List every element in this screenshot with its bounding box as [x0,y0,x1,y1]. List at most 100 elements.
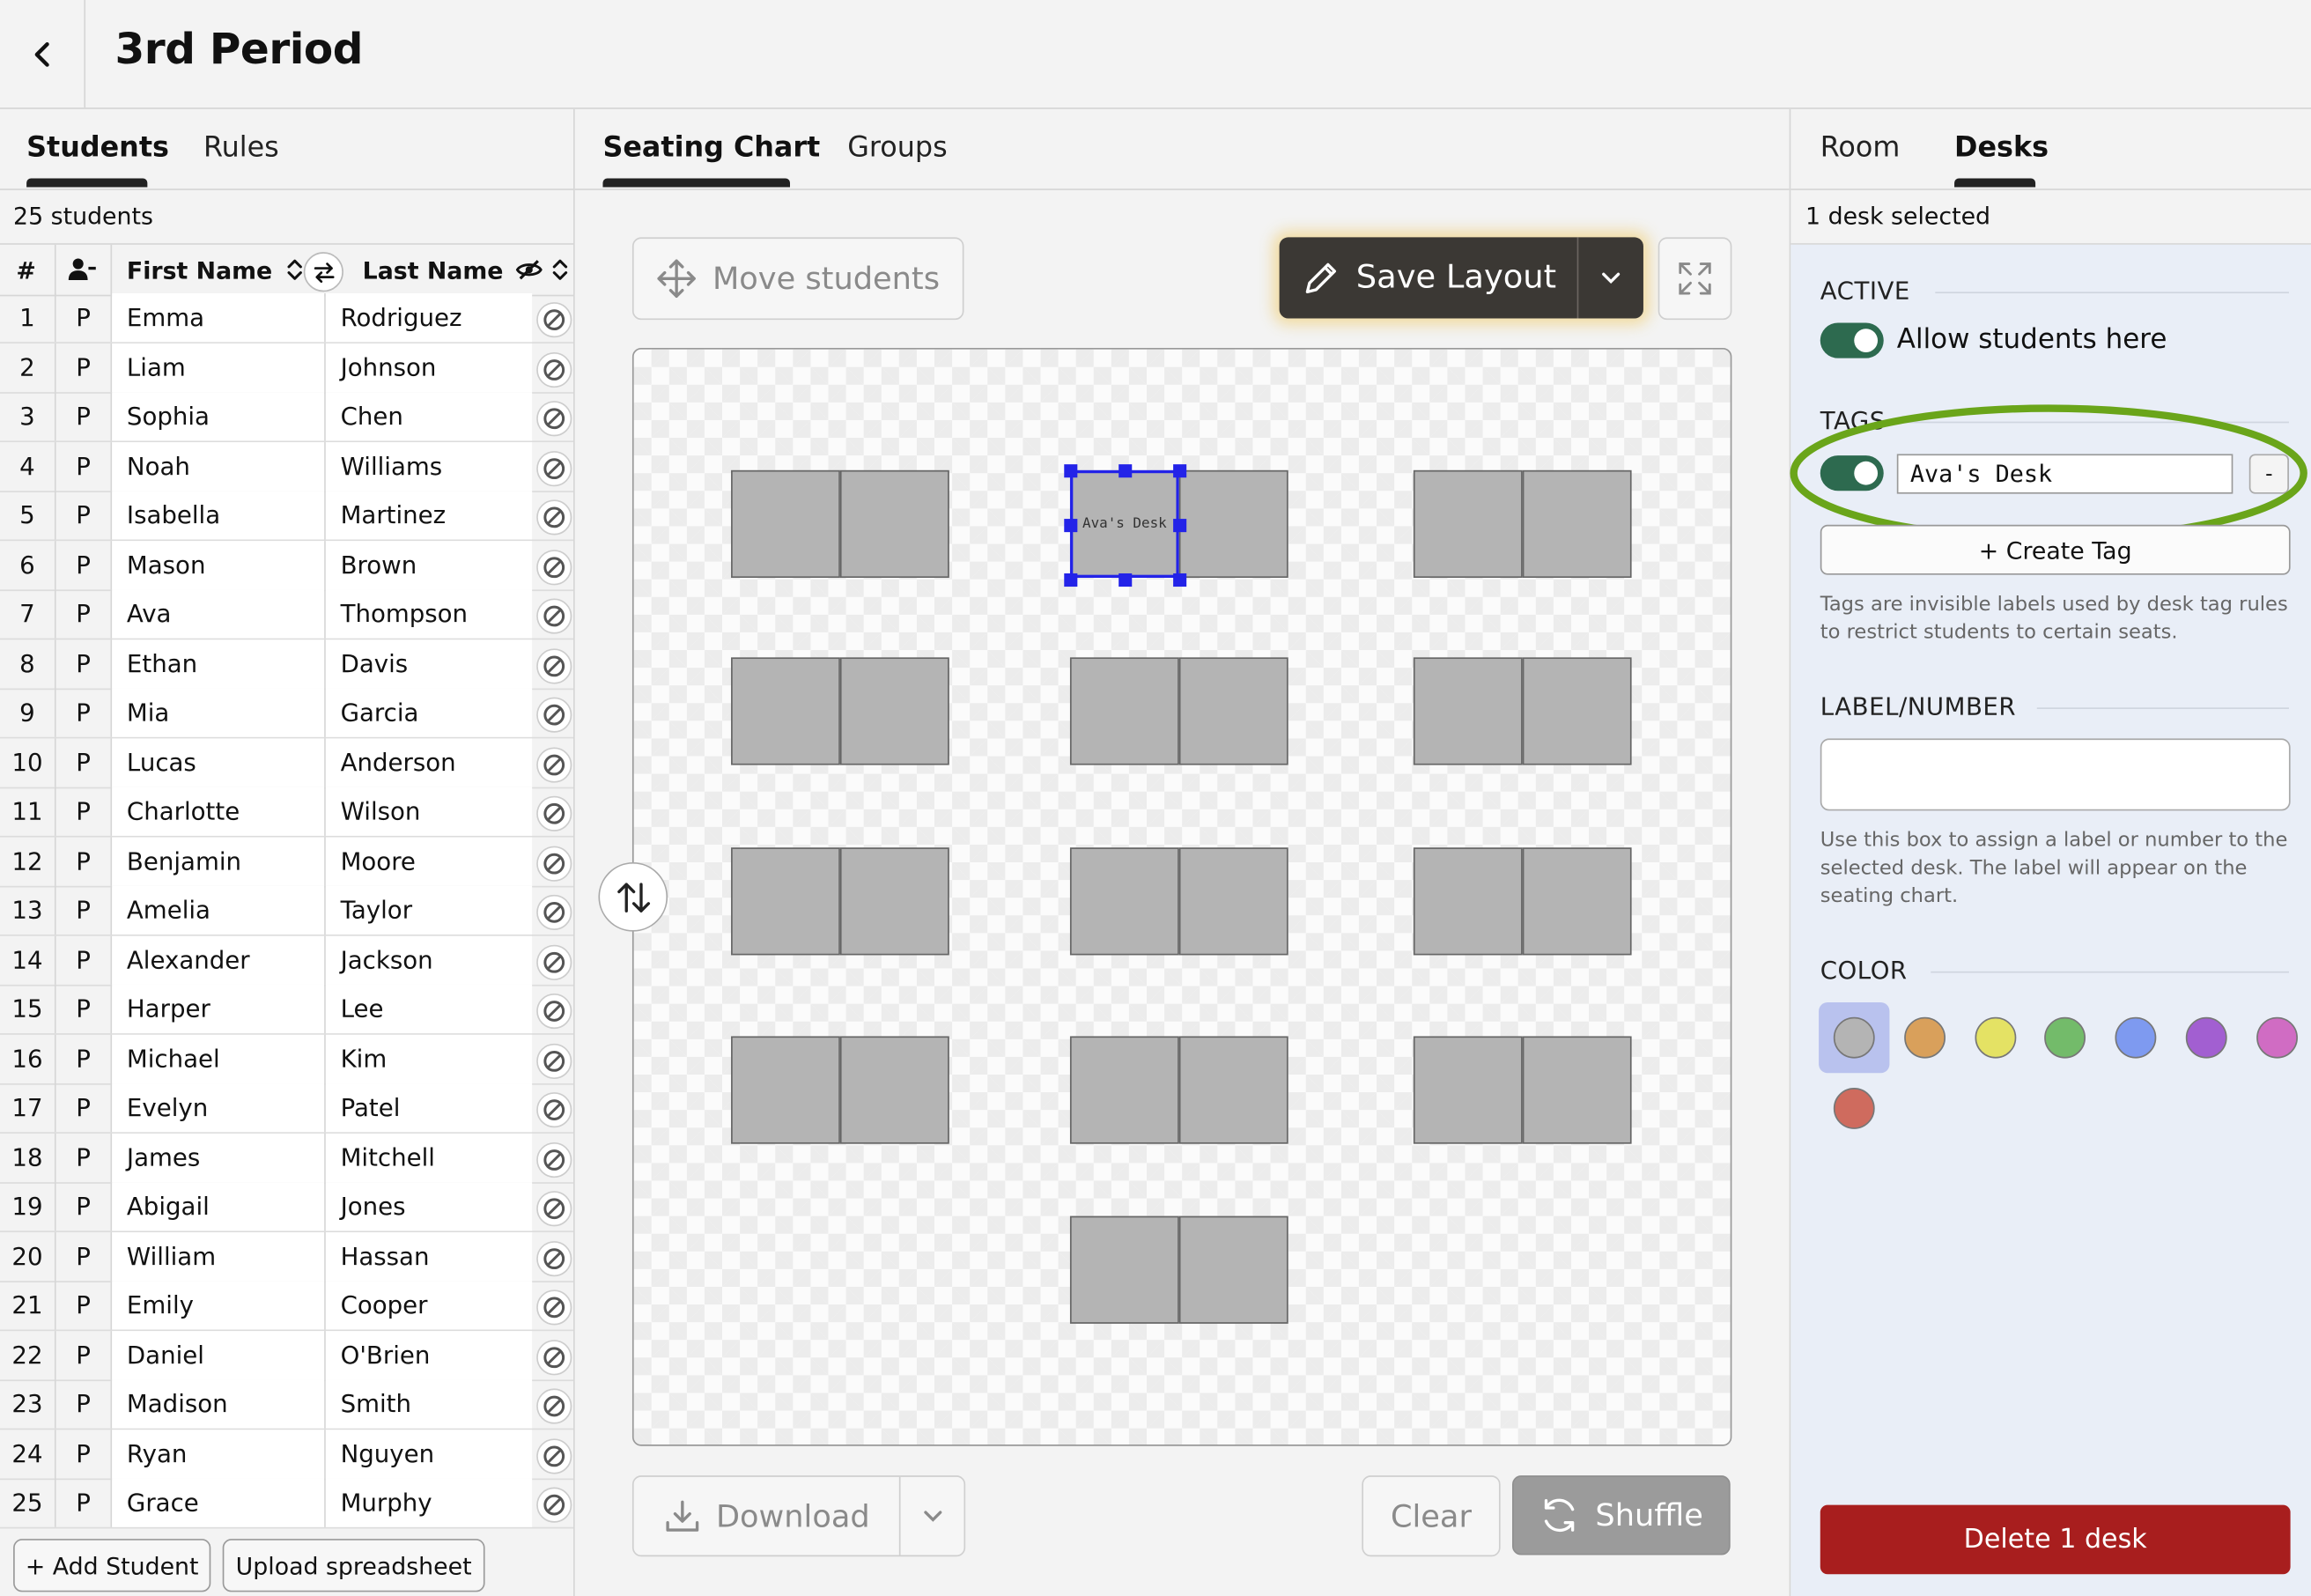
last-name-cell[interactable]: Anderson [325,737,533,787]
last-name-cell[interactable]: Davis [325,639,533,688]
exclude-student-button[interactable] [536,1339,572,1375]
table-row[interactable]: 17 P Evelyn Patel [0,1083,573,1134]
table-row[interactable]: 10 P Lucas Anderson [0,737,573,788]
status-cell[interactable]: P [56,441,111,490]
first-name-cell[interactable]: James [112,1133,325,1182]
fullscreen-button[interactable] [1658,237,1732,321]
back-button[interactable] [0,0,86,108]
exclude-student-button[interactable] [536,894,572,930]
last-name-cell[interactable]: Rodriguez [325,293,533,343]
first-name-cell[interactable]: Daniel [112,1330,325,1379]
last-name-cell[interactable]: Williams [325,441,533,491]
first-name-cell[interactable]: Amelia [112,885,325,935]
last-name-cell[interactable]: Smith [325,1379,533,1429]
last-name-cell[interactable]: Brown [325,540,533,589]
last-name-cell[interactable]: Garcia [325,688,533,737]
save-options-dropdown[interactable] [1578,237,1643,318]
desk[interactable] [1069,1036,1179,1144]
table-row[interactable]: 15 P Harper Lee [0,984,573,1035]
desk[interactable] [731,1036,840,1144]
resize-handle[interactable] [1173,519,1187,533]
table-row[interactable]: 24 P Ryan Nguyen [0,1429,573,1480]
download-button[interactable]: Download [634,1476,901,1555]
color-swatch[interactable] [1974,1016,2016,1059]
table-row[interactable]: 20 P William Hassan [0,1231,573,1282]
status-cell[interactable]: P [56,1429,111,1477]
exclude-student-button[interactable] [536,302,572,338]
clear-button[interactable]: Clear [1362,1475,1501,1557]
first-name-cell[interactable]: Charlotte [112,787,325,836]
last-name-cell[interactable]: Taylor [325,885,533,935]
desk[interactable] [1178,1036,1288,1144]
exclude-student-button[interactable] [536,647,572,683]
exclude-student-button[interactable] [536,746,572,782]
desk[interactable] [1069,657,1179,765]
desk[interactable] [1413,847,1523,956]
desk[interactable] [1069,847,1179,956]
desk[interactable] [731,469,840,579]
status-cell[interactable]: P [56,293,111,342]
status-column-header[interactable] [68,245,97,295]
table-row[interactable]: 1 P Emma Rodriguez [0,293,573,344]
status-cell[interactable]: P [56,935,111,984]
color-swatch[interactable] [1833,1088,1875,1129]
tab-rules[interactable]: Rules [203,131,279,164]
tab-groups[interactable]: Groups [847,131,947,164]
move-students-button[interactable]: Move students [631,237,964,321]
desk[interactable] [839,657,949,765]
last-name-cell[interactable]: Cooper [325,1281,533,1330]
last-name-cell[interactable]: Murphy [325,1478,533,1527]
table-row[interactable]: 6 P Mason Brown [0,540,573,591]
last-name-cell[interactable]: Jones [325,1182,533,1231]
tab-room[interactable]: Room [1820,131,1901,164]
resize-handle[interactable] [1064,519,1078,533]
first-name-sort[interactable]: First Name [127,245,305,295]
color-swatch[interactable] [2115,1016,2157,1059]
exclude-student-button[interactable] [536,499,572,536]
first-name-cell[interactable]: Mia [112,688,325,737]
status-cell[interactable]: P [56,1133,111,1181]
table-row[interactable]: 16 P Michael Kim [0,1033,573,1084]
desk[interactable] [1069,1215,1179,1324]
create-tag-button[interactable]: + Create Tag [1820,524,2291,575]
desk[interactable] [1522,1036,1632,1144]
first-name-cell[interactable]: Emma [112,293,325,343]
desk[interactable] [839,1036,949,1144]
tab-students[interactable]: Students [26,131,169,164]
first-name-cell[interactable]: Sophia [112,392,325,441]
table-row[interactable]: 8 P Ethan Davis [0,639,573,690]
exclude-student-button[interactable] [536,401,572,437]
table-row[interactable]: 14 P Alexander Jackson [0,935,573,986]
color-swatch[interactable] [1903,1016,1946,1059]
first-name-cell[interactable]: Mason [112,540,325,589]
desk[interactable] [1178,847,1288,956]
exclude-student-button[interactable] [536,943,572,980]
first-name-cell[interactable]: Ethan [112,639,325,688]
last-name-cell[interactable]: Lee [325,984,533,1034]
swap-names-button[interactable] [303,252,343,292]
exclude-student-button[interactable] [536,1191,572,1227]
table-row[interactable]: 9 P Mia Garcia [0,688,573,739]
download-options-dropdown[interactable] [901,1477,964,1555]
first-name-cell[interactable]: William [112,1231,325,1281]
last-name-cell[interactable]: Nguyen [325,1429,533,1478]
first-name-cell[interactable]: Ryan [112,1429,325,1478]
first-name-cell[interactable]: Abigail [112,1182,325,1231]
last-name-cell[interactable]: Hassan [325,1231,533,1281]
status-cell[interactable]: P [56,787,111,836]
last-name-cell[interactable]: Kim [325,1033,533,1083]
status-cell[interactable]: P [56,837,111,885]
table-row[interactable]: 5 P Isabella Martinez [0,491,573,542]
last-name-cell[interactable]: Martinez [325,491,533,540]
status-cell[interactable]: P [56,1330,111,1378]
desk[interactable] [1178,657,1288,765]
first-name-cell[interactable]: Harper [112,984,325,1034]
exclude-student-button[interactable] [536,450,572,486]
resize-handle[interactable] [1064,573,1078,587]
exclude-student-button[interactable] [536,1388,572,1424]
status-cell[interactable]: P [56,639,111,687]
flip-layout-button[interactable] [598,861,668,932]
table-row[interactable]: 2 P Liam Johnson [0,343,573,393]
exclude-student-button[interactable] [536,1289,572,1326]
resize-handle[interactable] [1173,464,1187,478]
